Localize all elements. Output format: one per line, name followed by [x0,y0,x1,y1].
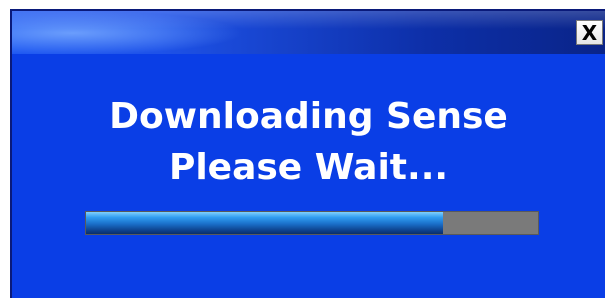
progress-bar-fill [86,212,444,234]
close-icon: X [581,20,598,45]
close-button[interactable]: X [576,20,603,45]
message-line-1: Downloading Sense [109,96,508,137]
title-bar[interactable] [12,11,605,54]
message-line-2: Please Wait... [168,147,449,188]
progress-bar [85,211,539,235]
download-dialog: X Downloading Sense Please Wait... [10,9,605,298]
